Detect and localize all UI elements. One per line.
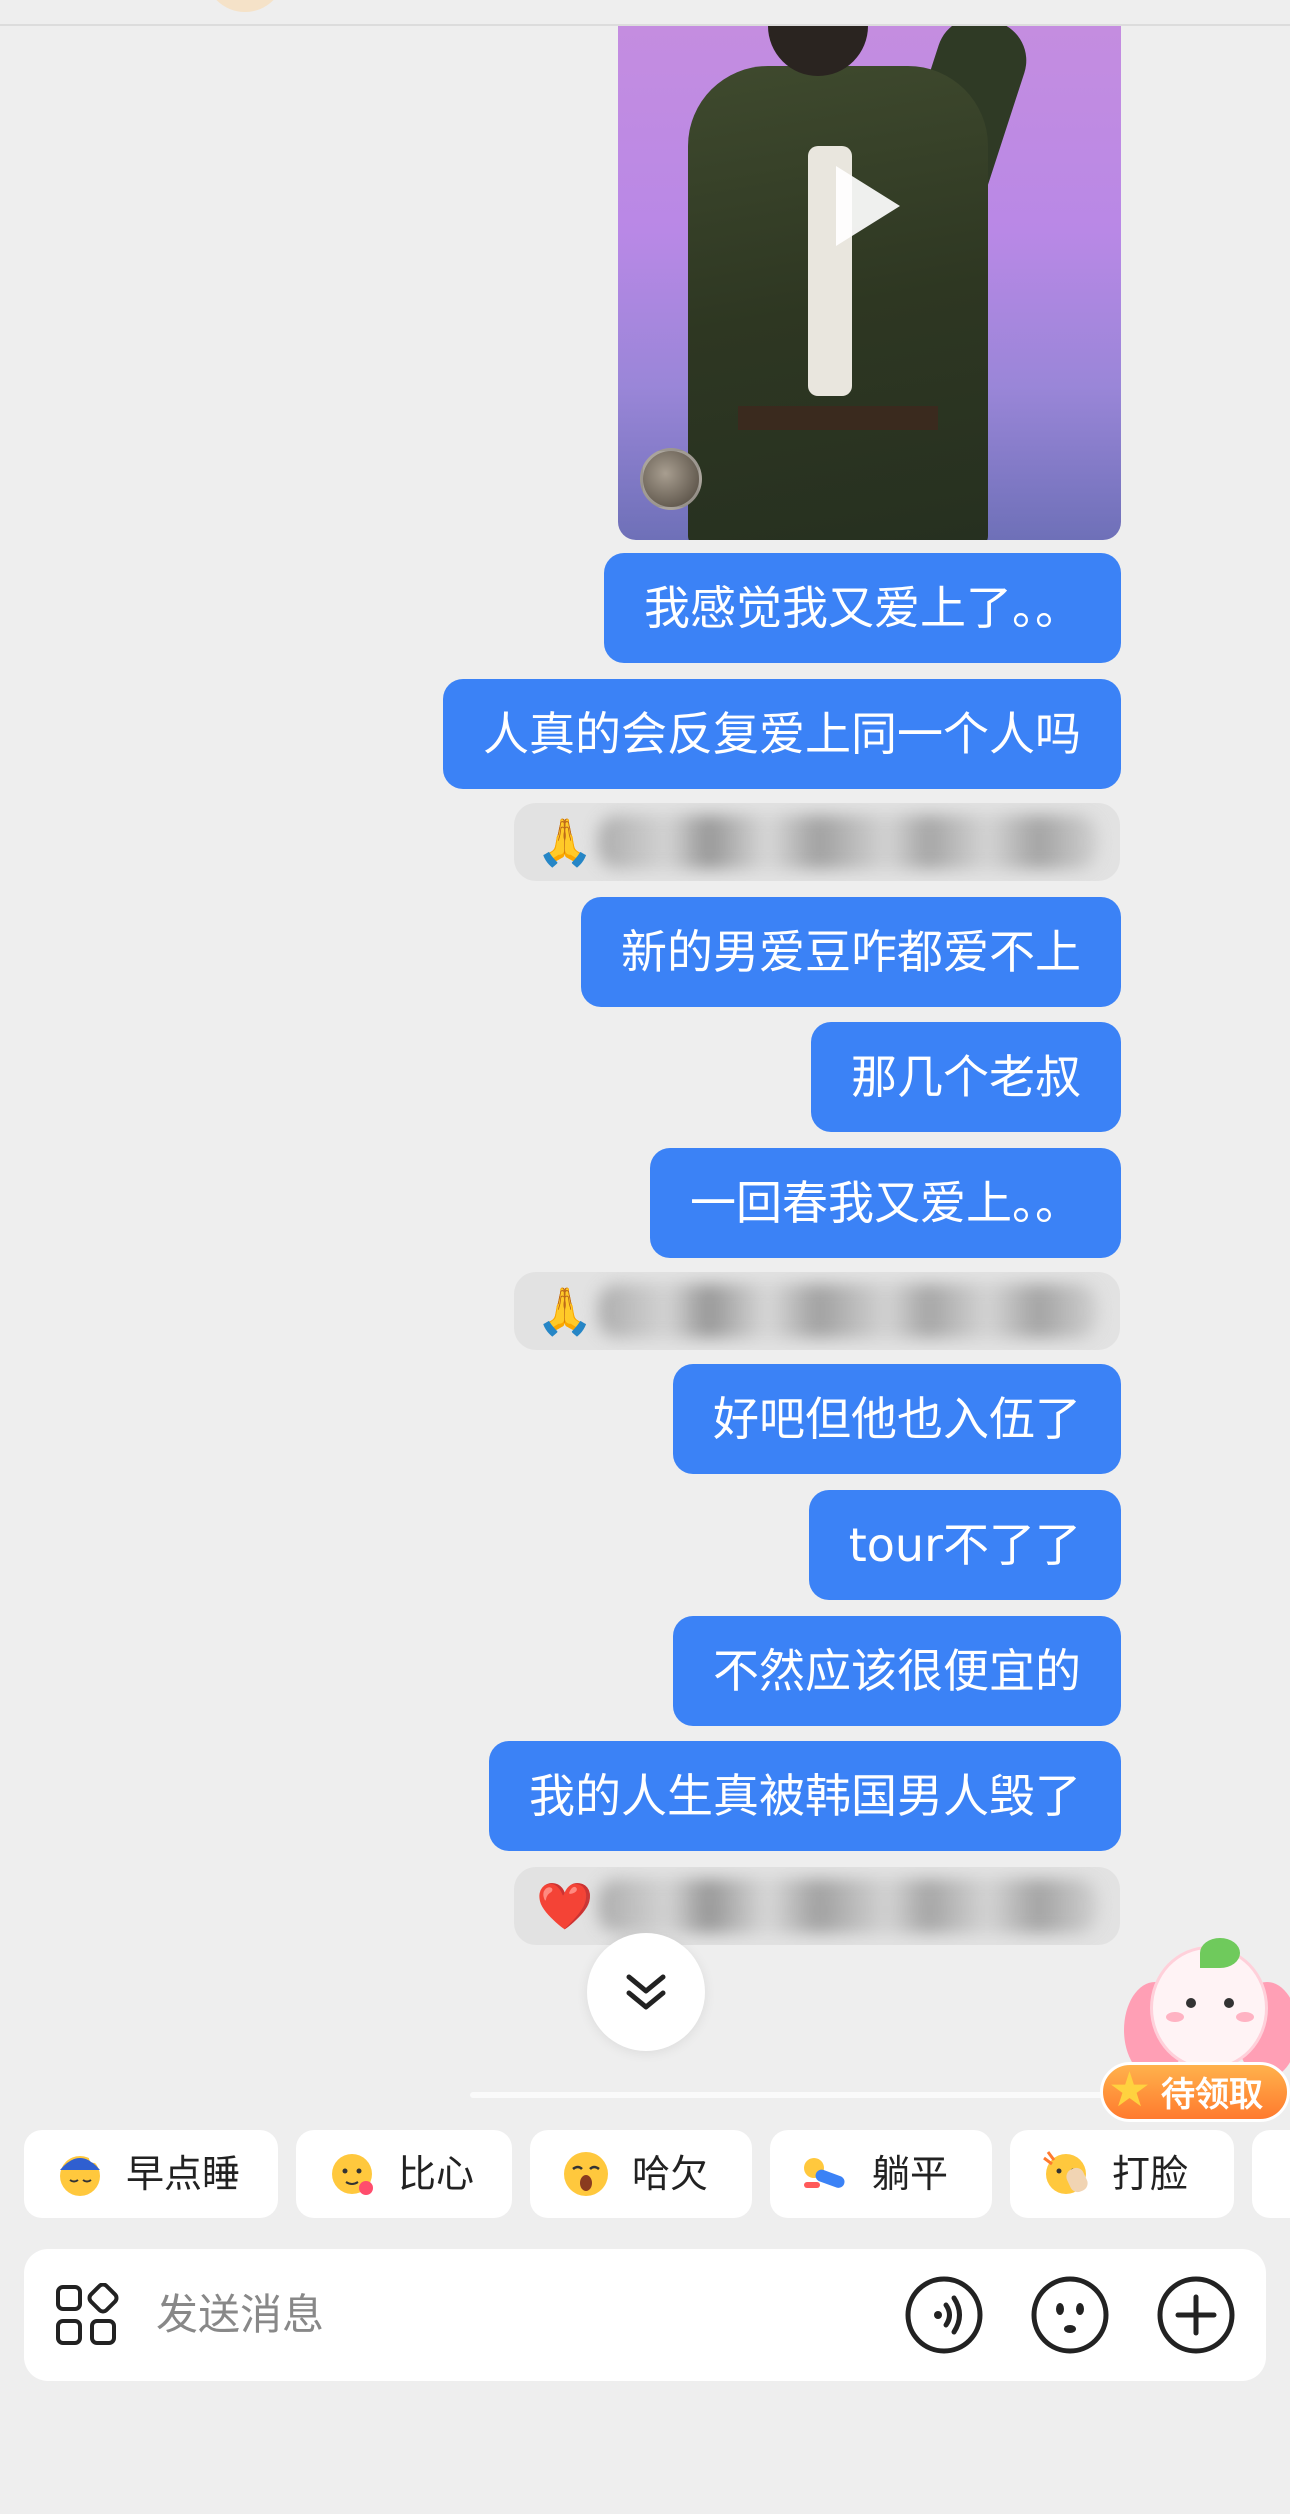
message-reaction[interactable]: 🙏: [514, 803, 1120, 881]
mascot-eye: [1224, 1998, 1234, 2008]
play-icon[interactable]: [836, 166, 900, 246]
message-reaction[interactable]: 🙏: [514, 1272, 1120, 1350]
blurred-reaction-text: [598, 815, 1098, 869]
reward-mascot[interactable]: 待领取 ★: [1100, 1938, 1290, 2126]
message-input-bar[interactable]: 发送消息: [24, 2249, 1266, 2381]
quick-reply-chip[interactable]: 哈欠: [530, 2130, 752, 2218]
plus-icon[interactable]: [1156, 2275, 1236, 2355]
quick-reply-label: 早点睡: [126, 2152, 241, 2196]
quick-reply-chip[interactable]: 早点睡: [24, 2130, 278, 2218]
mascot-leaf: [1200, 1938, 1240, 1968]
quick-reply-chip[interactable]: 比心: [296, 2130, 512, 2218]
voice-icon[interactable]: [904, 2275, 984, 2355]
face-slap-emoji-icon: [1043, 2151, 1088, 2194]
blurred-reaction-text: [598, 1879, 1098, 1933]
heart-hands-emoji-icon: [332, 2154, 373, 2195]
message-bubble[interactable]: 那几个老叔: [811, 1022, 1121, 1132]
scroll-to-bottom-button[interactable]: [587, 1933, 705, 2051]
video-author-avatar: [640, 448, 702, 510]
pray-icon: 🙏: [536, 1284, 594, 1338]
sleep-emoji-icon: [60, 2153, 100, 2196]
message-bubble[interactable]: 人真的会反复爱上同一个人吗: [443, 679, 1121, 789]
quick-reply-chip[interactable]: 打脸: [1010, 2130, 1234, 2218]
quick-reply-chip-partial[interactable]: [1252, 2130, 1290, 2218]
message-bubble[interactable]: 我的人生真被韩国男人毁了: [489, 1741, 1121, 1851]
contact-avatar[interactable]: [205, 0, 285, 12]
message-input[interactable]: 发送消息: [156, 2249, 324, 2381]
message-bubble[interactable]: 好吧但他也入伍了: [673, 1364, 1121, 1474]
message-bubble[interactable]: tour不了了: [808, 1490, 1121, 1600]
blurred-reaction-text: [598, 1284, 1098, 1338]
video-thumbnail-belt: [738, 406, 938, 430]
quick-reply-label: 哈欠: [632, 2152, 709, 2196]
quick-reply-label: 躺平: [872, 2152, 949, 2196]
quick-reply-chip[interactable]: 躺平: [770, 2130, 992, 2218]
message-bubble[interactable]: 我感觉我又爱上了。。: [604, 553, 1121, 663]
message-bubble[interactable]: 新的男爱豆咋都爱不上: [581, 897, 1121, 1007]
lie-flat-emoji-icon: [804, 2158, 845, 2188]
video-message[interactable]: [618, 26, 1121, 540]
message-reaction[interactable]: ❤️: [514, 1867, 1120, 1945]
mascot-cheek: [1166, 2012, 1184, 2022]
mascot-cheek: [1236, 2012, 1254, 2022]
panel-divider: [470, 2092, 1150, 2098]
message-bubble[interactable]: 一回春我又爱上。。: [650, 1148, 1121, 1258]
apps-grid-icon[interactable]: [54, 2283, 120, 2349]
message-bubble[interactable]: 不然应该很便宜的: [673, 1616, 1121, 1726]
double-chevron-down-icon: [626, 1974, 666, 2010]
emoji-icon[interactable]: [1030, 2275, 1110, 2355]
mascot-eye: [1186, 1998, 1196, 2008]
heart-icon: ❤️: [536, 1879, 594, 1933]
quick-reply-label: 打脸: [1112, 2152, 1189, 2196]
yawn-emoji-icon: [564, 2152, 608, 2196]
quick-reply-label: 比心: [398, 2152, 475, 2196]
pray-icon: 🙏: [536, 815, 594, 869]
star-icon: ★: [1108, 2062, 1152, 2118]
